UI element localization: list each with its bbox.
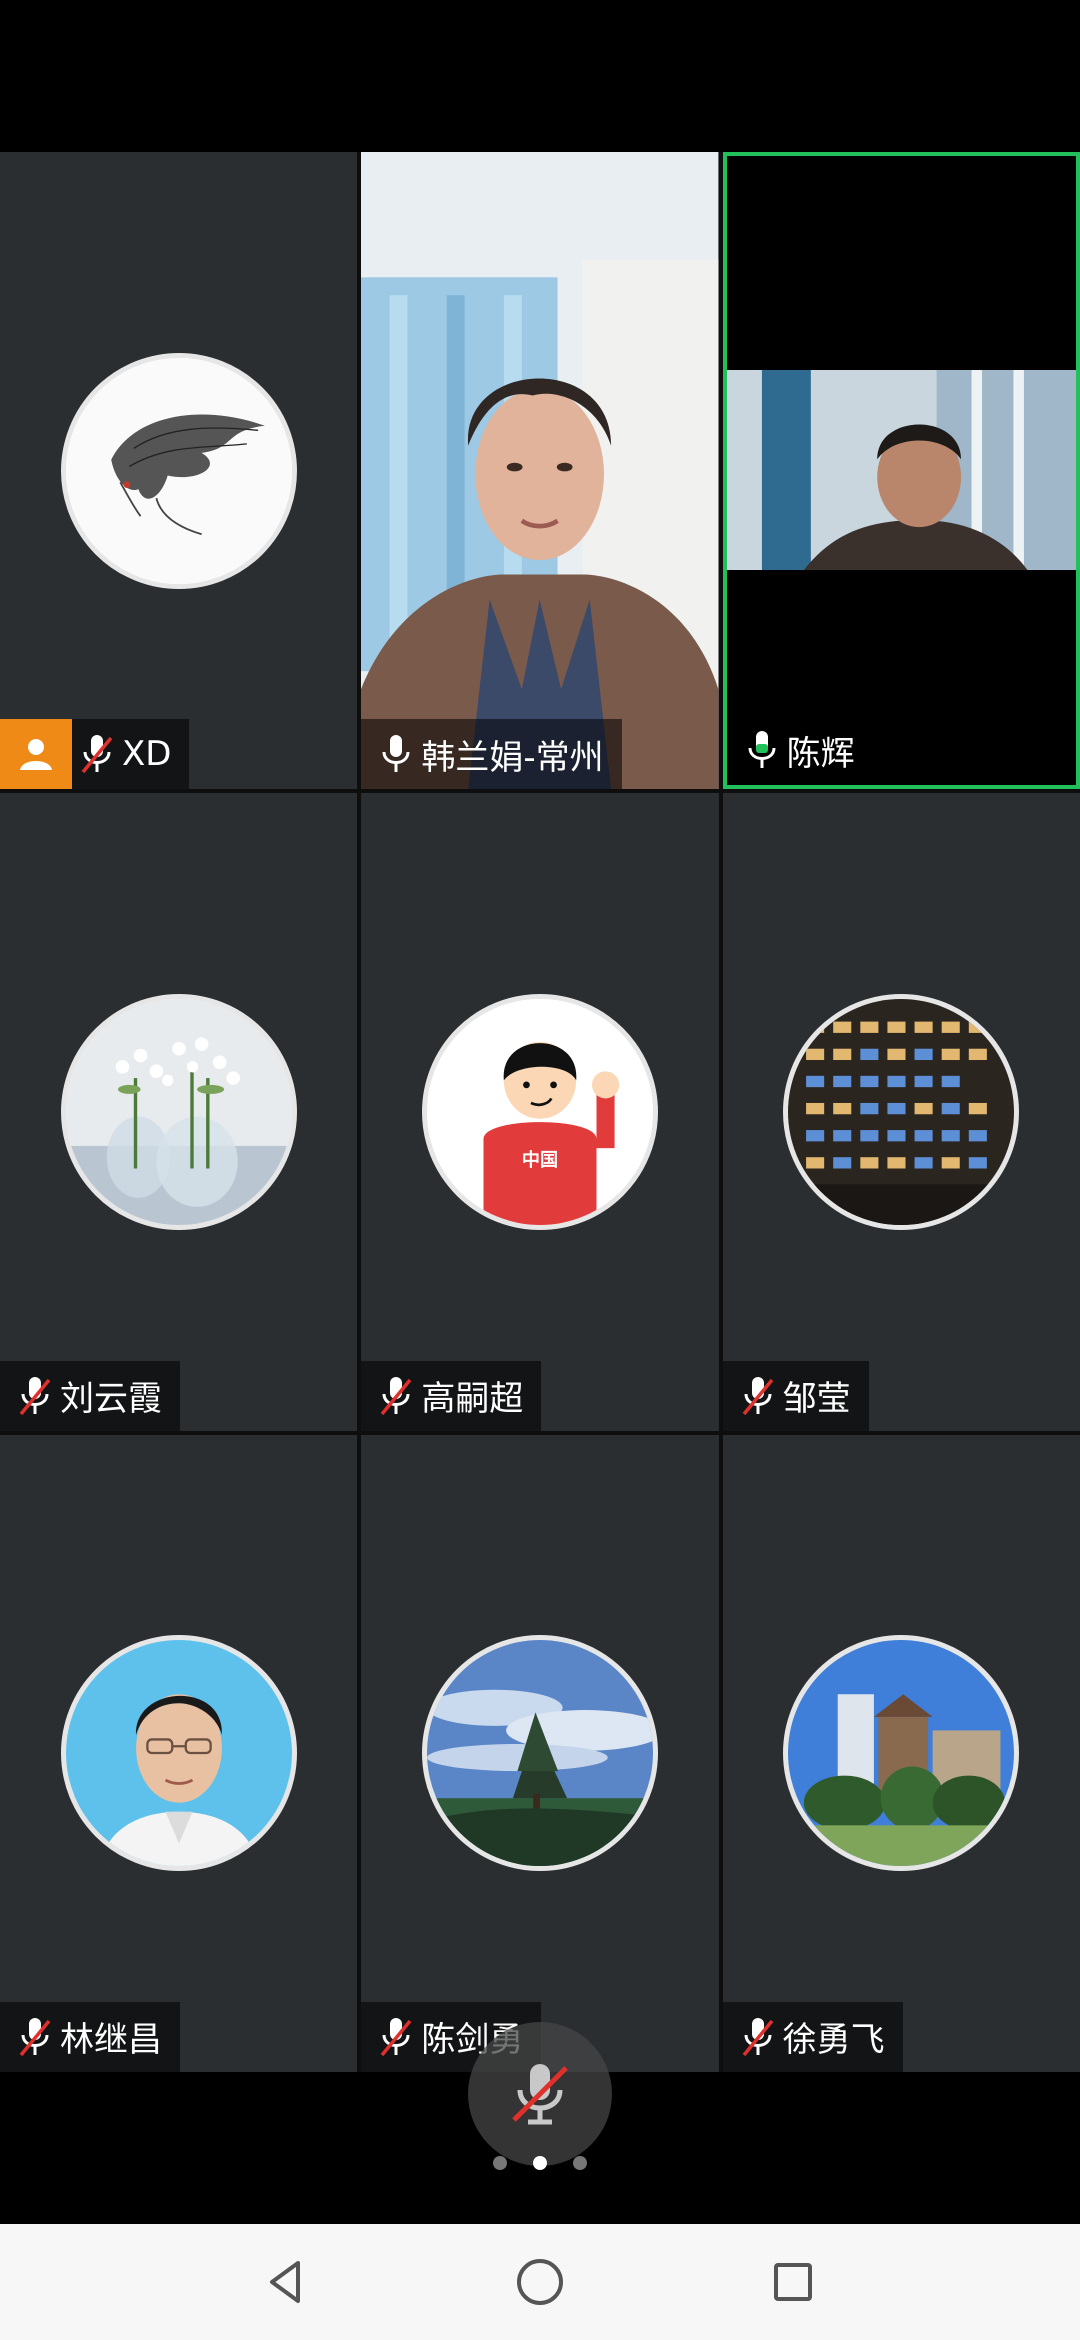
participant-label: 林继昌 [0,2001,180,2072]
participant-label: 陈辉 [726,715,873,786]
participant-name: XD [122,734,172,775]
recents-button[interactable] [763,2252,823,2312]
participant-name: 陈辉 [786,733,855,774]
portrait-photo-avatar [60,1635,297,1872]
mic-muted-icon [733,2002,783,2072]
participant-name: 林继昌 [60,2020,162,2061]
mic-muted-icon [733,1361,783,1431]
video-grid: XD 韩兰娟-常州 陈辉 刘云霞 中国 高嗣超 邹莹 林继昌 陈剑勇 徐勇飞 [0,152,1080,2072]
participant-tile[interactable]: 徐勇飞 [722,1434,1080,2072]
home-button[interactable] [510,2252,570,2312]
mic-muted-icon [10,2002,60,2072]
participant-name: 高嗣超 [421,1379,524,1420]
participant-name: 韩兰娟-常州 [421,737,604,778]
mic-icon [371,719,421,789]
participant-tile[interactable]: 陈剑勇 [361,1434,719,2072]
participant-tile[interactable]: 林继昌 [0,1434,358,2072]
flowers-avatar [60,993,297,1230]
page-dot[interactable] [493,2156,507,2170]
participant-tile-active-speaker[interactable]: 陈辉 [722,152,1080,790]
campus-avatar [783,1635,1020,1872]
recents-square-icon [774,2263,813,2301]
cartoon-boy-avatar: 中国 [421,993,658,1230]
participant-name: 徐勇飞 [782,2020,885,2061]
mic-muted-icon [371,1361,421,1431]
participant-tile[interactable]: 邹莹 [722,793,1080,1431]
building-lights-avatar [783,993,1020,1230]
video-feed [361,152,719,790]
participant-tile[interactable]: 韩兰娟-常州 [361,152,719,790]
back-button[interactable] [257,2252,317,2312]
page-dot-current[interactable] [533,2156,547,2170]
mute-toggle-button[interactable] [468,2022,612,2166]
system-navigation-bar [0,2224,1080,2340]
participant-label: 徐勇飞 [722,2001,903,2072]
participant-tile[interactable]: 中国 高嗣超 [361,793,719,1431]
video-feed [726,156,1076,786]
mic-muted-icon [10,1361,60,1431]
participant-name: 邹莹 [782,1379,851,1420]
participant-tile[interactable]: 刘云霞 [0,793,358,1431]
sketch-portrait-avatar [60,352,297,589]
mic-muted-icon [512,2064,568,2125]
page-dot[interactable] [573,2156,587,2170]
page-indicator [0,2156,1080,2170]
sky-tree-avatar [421,1635,658,1872]
host-icon [0,719,72,790]
participant-label: 韩兰娟-常州 [361,719,622,790]
participant-label: XD [0,719,190,790]
back-triangle-icon [269,2261,300,2303]
participant-tile[interactable]: XD [0,152,358,790]
mic-muted-icon [72,719,122,789]
home-circle-icon [516,2259,563,2305]
mic-speaking-icon [737,715,787,785]
participant-label: 邹莹 [722,1360,869,1431]
participant-name: 刘云霞 [60,1379,162,1420]
participant-label: 刘云霞 [0,1360,180,1431]
mic-muted-icon [371,2002,421,2072]
participant-label: 高嗣超 [361,1360,542,1431]
shirt-text: 中国 [522,1149,558,1171]
